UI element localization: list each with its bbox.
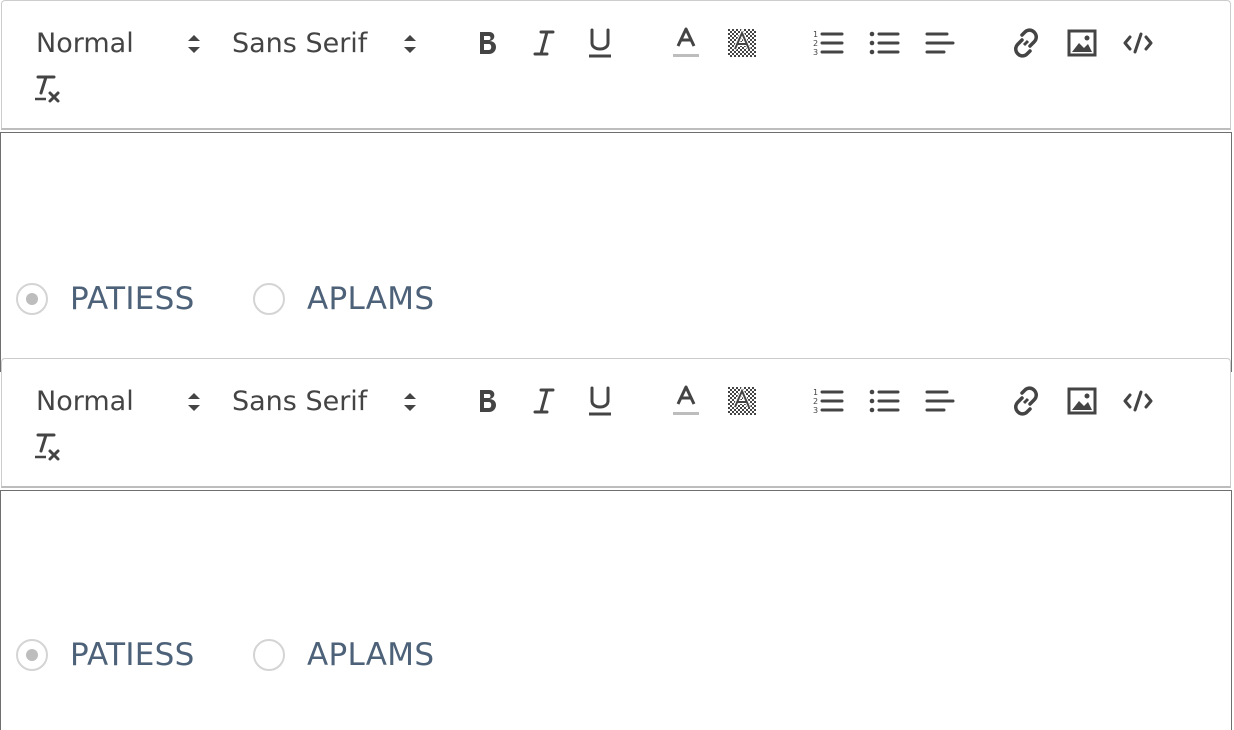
clear-format-icon — [35, 75, 60, 103]
svg-text:1: 1 — [813, 388, 818, 397]
ordered-list-button[interactable]: 123 — [810, 383, 846, 419]
editor-content-area[interactable]: PATIESS APLAMS — [0, 490, 1232, 730]
bold-button[interactable] — [470, 383, 506, 419]
radio-label: PATIESS — [70, 281, 195, 317]
link-button[interactable] — [1008, 25, 1044, 61]
radio-label: PATIESS — [70, 637, 195, 673]
editor-toolbar: Normal Sans Serif 1 2 3 — [1, 358, 1231, 488]
bullet-list-button[interactable] — [866, 383, 902, 419]
text-color-icon — [673, 27, 699, 57]
radio-button[interactable] — [16, 283, 48, 315]
ordered-list-icon: 123 — [813, 388, 844, 415]
header-picker[interactable]: Normal — [36, 381, 206, 421]
bullet-list-icon — [869, 31, 900, 55]
clear-format-icon — [35, 433, 60, 461]
radio-label: APLAMS — [307, 637, 435, 673]
text-color-button[interactable] — [668, 25, 704, 61]
code-icon — [1123, 390, 1153, 412]
align-left-button[interactable] — [922, 25, 958, 61]
align-left-icon — [925, 390, 955, 412]
link-icon — [1014, 386, 1038, 416]
radio-label: APLAMS — [307, 281, 435, 317]
updown-arrow-icon — [402, 31, 418, 64]
link-button[interactable] — [1008, 383, 1044, 419]
code-icon — [1123, 32, 1153, 54]
radio-option-aplams[interactable]: APLAMS — [253, 637, 434, 673]
background-color-icon — [728, 28, 756, 57]
align-left-button[interactable] — [922, 383, 958, 419]
header-picker-label: Normal — [36, 385, 134, 417]
code-button[interactable] — [1120, 25, 1156, 61]
radio-option-aplams[interactable]: APLAMS — [253, 281, 434, 317]
header-picker-label: Normal — [36, 27, 134, 59]
italic-button[interactable] — [526, 383, 562, 419]
underline-icon — [589, 386, 611, 416]
underline-icon — [589, 28, 611, 58]
updown-arrow-icon — [186, 389, 202, 422]
text-color-icon — [673, 385, 699, 415]
clear-format-button[interactable] — [30, 71, 66, 107]
ordered-list-icon: 123 — [813, 30, 844, 57]
bullet-list-button[interactable] — [866, 25, 902, 61]
svg-text:3: 3 — [813, 406, 818, 415]
clear-format-button[interactable] — [30, 429, 66, 465]
bold-icon — [480, 32, 496, 54]
svg-text:2: 2 — [813, 39, 818, 48]
italic-icon — [533, 30, 555, 56]
editor-content-area[interactable]: PATIESS APLAMS — [0, 132, 1232, 372]
svg-text:2: 2 — [813, 397, 818, 406]
radio-button[interactable] — [253, 639, 285, 671]
code-button[interactable] — [1120, 383, 1156, 419]
font-picker-label: Sans Serif — [232, 27, 368, 59]
italic-button[interactable] — [526, 25, 562, 61]
radio-option-patiess[interactable]: PATIESS — [16, 637, 195, 673]
svg-text:3: 3 — [813, 48, 818, 57]
bullet-list-icon — [869, 389, 900, 413]
editor-toolbar: Normal Sans Serif 1 2 3 — [1, 0, 1231, 130]
italic-icon — [533, 388, 555, 414]
ordered-list-button[interactable]: 123 — [810, 25, 846, 61]
background-color-button[interactable] — [724, 25, 760, 61]
radio-option-patiess[interactable]: PATIESS — [16, 281, 195, 317]
font-picker[interactable]: Sans Serif — [232, 381, 422, 421]
radio-button[interactable] — [253, 283, 285, 315]
align-left-icon — [925, 32, 955, 54]
header-picker[interactable]: Normal — [36, 23, 206, 63]
image-icon — [1067, 29, 1097, 57]
link-icon — [1014, 28, 1038, 58]
bold-button[interactable] — [470, 25, 506, 61]
font-picker[interactable]: Sans Serif — [232, 23, 422, 63]
background-color-icon — [728, 386, 756, 415]
updown-arrow-icon — [186, 31, 202, 64]
image-icon — [1067, 387, 1097, 415]
background-color-button[interactable] — [724, 383, 760, 419]
underline-button[interactable] — [582, 25, 618, 61]
radio-button[interactable] — [16, 639, 48, 671]
svg-text:1: 1 — [813, 30, 818, 39]
image-button[interactable] — [1064, 25, 1100, 61]
bold-icon — [480, 390, 496, 412]
image-button[interactable] — [1064, 383, 1100, 419]
text-color-button[interactable] — [668, 383, 704, 419]
underline-button[interactable] — [582, 383, 618, 419]
updown-arrow-icon — [402, 389, 418, 422]
font-picker-label: Sans Serif — [232, 385, 368, 417]
